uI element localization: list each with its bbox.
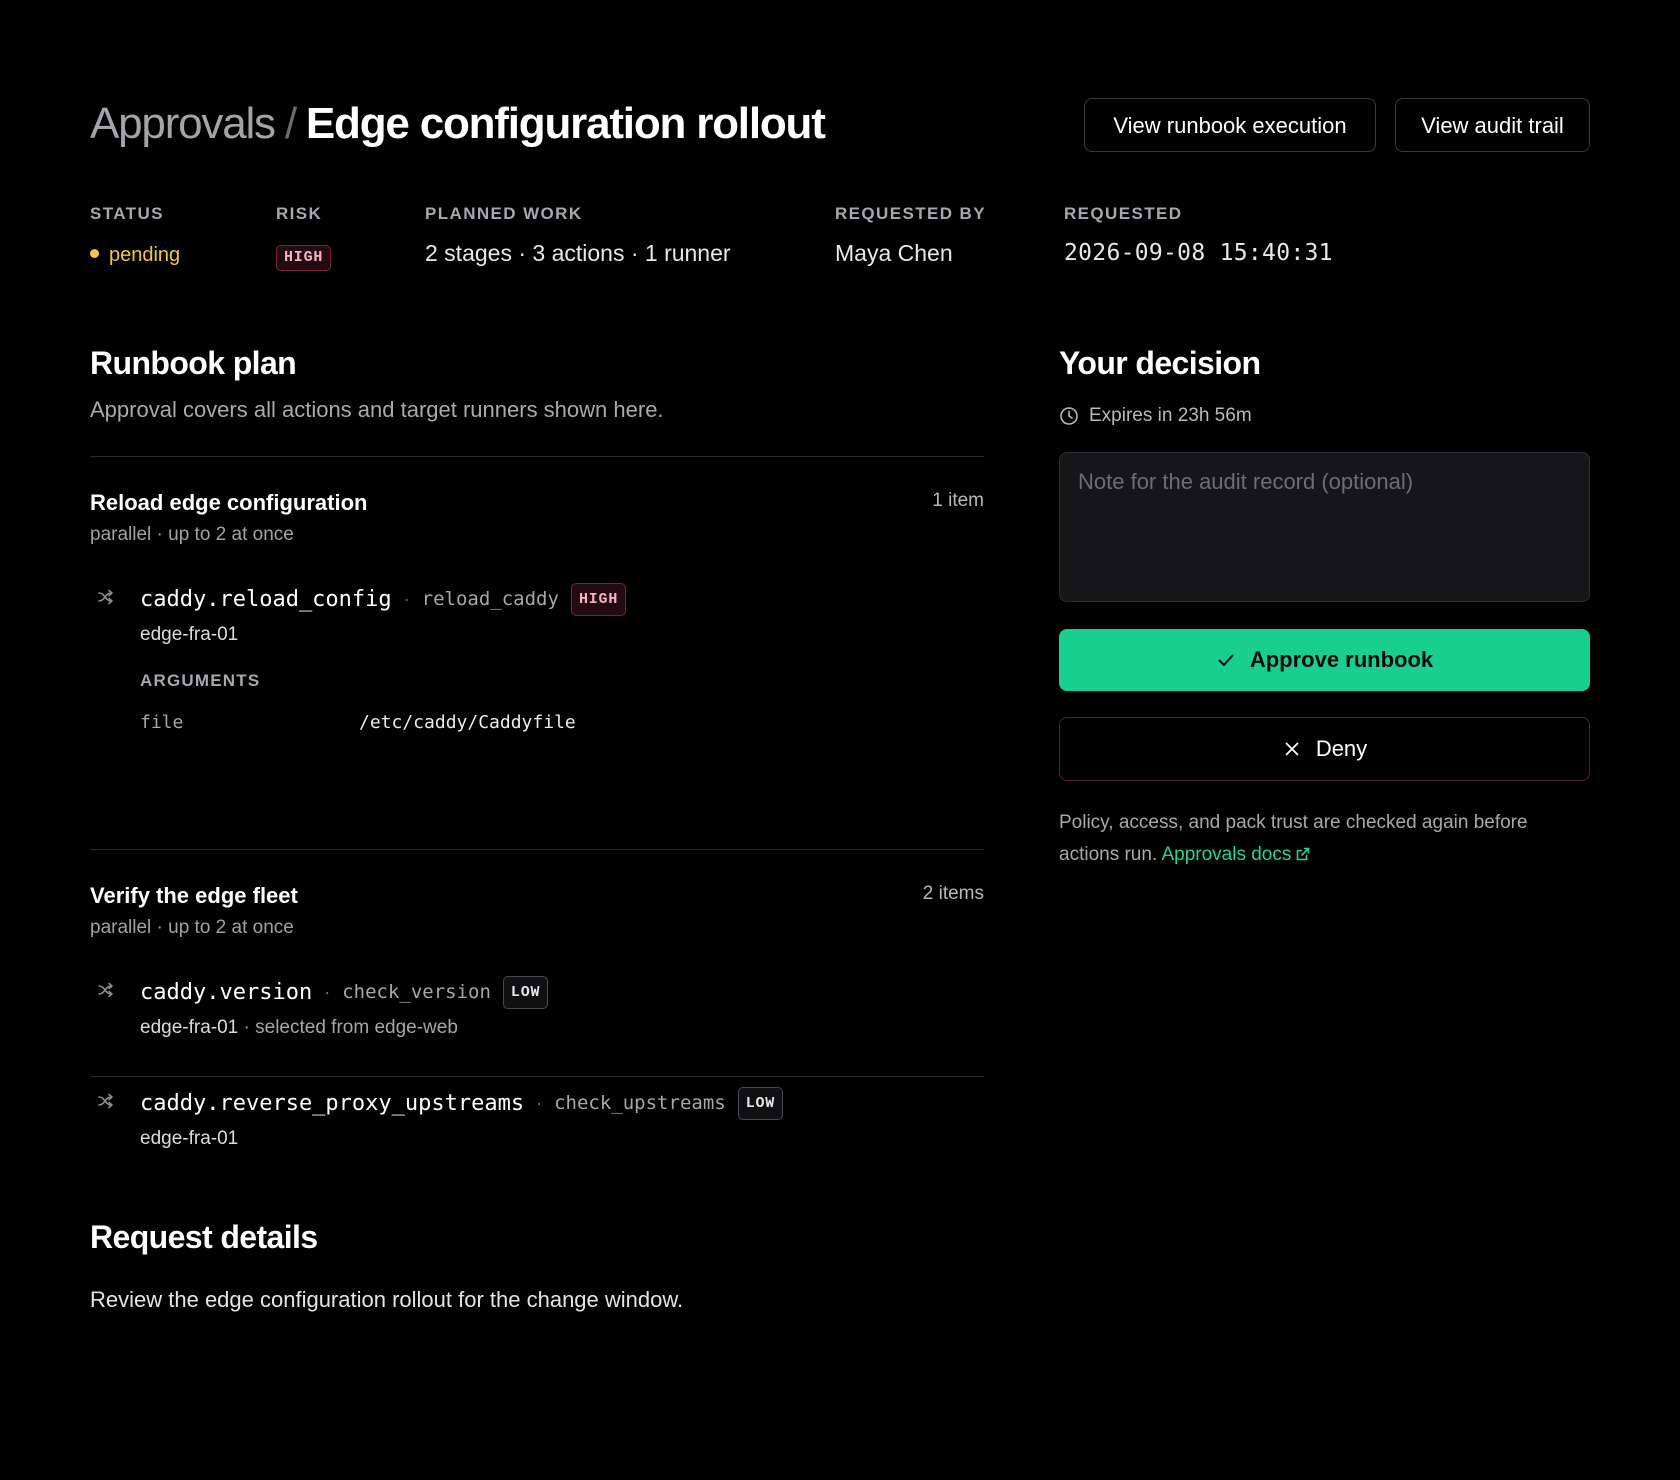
action-title-line: caddy.reload_config · reload_caddy HIGH [140,581,627,617]
stage-mode: parallel · up to 2 at once [90,524,294,545]
request-meta: STATUS pending RISK HIGH PLANNED WORK 2 … [90,204,1590,274]
view-runbook-execution-button[interactable]: View runbook execution [1084,98,1376,152]
stage-item-count: 2 items [922,883,984,904]
audit-note-input[interactable] [1059,452,1590,602]
argument-value: /etc/caddy/Caddyfile [359,712,576,733]
meta-planned-work: PLANNED WORK 2 stages · 3 actions · 1 ru… [425,204,731,268]
action-item: caddy.version · check_version LOW edge-f… [90,966,984,1076]
risk-value: HIGH [276,238,332,271]
stage-mode: parallel · up to 2 at once [90,917,294,938]
action-item: caddy.reverse_proxy_upstreams · check_up… [90,1077,984,1187]
requested-timestamp: 2026-09-08 15:40:31 [1064,240,1333,266]
stage-header: Reload edge configuration 1 item paralle… [90,457,984,547]
stage-item-count: 1 item [932,490,984,511]
external-link-icon [1297,847,1310,861]
decision-panel: Your decision Expires in 23h 56m Approve… [1059,344,1590,871]
requested-by-value: Maya Chen [835,240,953,266]
view-audit-trail-button[interactable]: View audit trail [1395,98,1590,152]
decision-title: Your decision [1059,345,1261,381]
action-target-runner: edge-fra-01 · selected from edge-web [140,1016,458,1040]
meta-status: STATUS pending [90,204,180,270]
meta-risk: RISK HIGH [276,204,332,271]
expiry-text: Expires in 23h 56m [1089,405,1252,426]
status-text: pending [109,244,181,266]
route-icon [96,980,118,1002]
breadcrumb-separator: / [284,99,297,148]
deny-label: Deny [1315,736,1368,761]
separator-dot: · [403,588,410,609]
check-icon [1218,654,1234,666]
request-details: Request details Review the edge configur… [90,1218,984,1314]
stage-header: Verify the edge fleet 2 items parallel ·… [90,850,984,940]
runbook-plan-subtitle: Approval covers all actions and target r… [90,397,664,422]
action-target-runner: edge-fra-01 [140,1128,239,1149]
target-runner-name: edge-fra-01 [140,1017,239,1038]
stage-name: Reload edge configuration [90,490,368,515]
breadcrumb-approvals-link[interactable]: Approvals [90,99,276,148]
expiry-notice: Expires in 23h 56m [1059,402,1590,430]
requested-by-label: REQUESTED BY [835,204,986,223]
risk-badge: HIGH [276,245,332,271]
route-icon [96,1091,118,1113]
argument-key: file [140,712,184,733]
approve-runbook-button[interactable]: Approve runbook [1059,629,1590,691]
separator-dot: · [536,1092,543,1113]
route-icon [96,587,118,609]
stage-verify-the-edge-fleet: Verify the edge fleet 2 items parallel ·… [90,850,984,1187]
action-step-id: check_upstreams [554,1092,726,1114]
meta-requested: REQUESTED 2026-09-08 15:40:31 [1064,204,1333,268]
request-details-title: Request details [90,1219,318,1255]
arguments-label: ARGUMENTS [140,671,261,690]
runbook-plan-title: Runbook plan [90,345,297,381]
status-dot-icon [90,249,99,258]
action-risk-badge: HIGH [570,582,627,616]
page-title: Edge configuration rollout [305,99,826,148]
approval-page: Approvals / Edge configuration rollout Vie… [90,0,1590,1480]
planned-work-label: PLANNED WORK [425,204,583,223]
requested-label: REQUESTED [1064,204,1183,223]
stage-reload-edge-configuration: Reload edge configuration 1 item paralle… [90,457,984,829]
approve-label: Approve runbook [1249,647,1434,672]
action-title-line: caddy.version · check_version LOW [140,974,549,1010]
breadcrumb: Approvals / Edge configuration rollout [90,96,826,152]
action-risk-badge: LOW [737,1086,784,1120]
risk-label: RISK [276,204,323,223]
separator-dot: · [324,981,331,1002]
deny-button[interactable]: Deny [1059,717,1590,781]
clock-icon [1060,407,1078,425]
action-step-id: check_version [342,981,491,1003]
runbook-plan: Runbook plan Approval covers all actions… [90,344,984,1187]
action-risk-badge: LOW [502,975,549,1009]
action-target-runner: edge-fra-01 [140,624,239,645]
action-name: caddy.reload_config [140,586,392,612]
docs-link-label: Approvals docs [1161,844,1292,865]
status-label: STATUS [90,204,164,223]
action-title-line: caddy.reverse_proxy_upstreams · check_up… [140,1085,784,1121]
action-name: caddy.version [140,979,313,1005]
planned-work-value: 2 stages · 3 actions · 1 runner [425,240,731,266]
target-selection-note: · selected from edge-web [243,1017,458,1038]
action-item: caddy.reload_config · reload_caddy HIGH … [90,573,984,829]
page-header: Approvals / Edge configuration rollout Vie… [90,96,1590,156]
request-details-text: Review the edge configuration rollout fo… [90,1287,684,1312]
policy-note: Policy, access, and pack trust are check… [1059,807,1590,871]
stage-name: Verify the edge fleet [90,883,298,908]
action-step-id: reload_caddy [421,588,559,610]
x-icon [1285,742,1299,756]
status-value: pending [90,238,180,270]
approvals-docs-link[interactable]: Approvals docs [1161,844,1311,865]
action-name: caddy.reverse_proxy_upstreams [140,1090,525,1116]
meta-requested-by: REQUESTED BY Maya Chen [835,204,986,268]
